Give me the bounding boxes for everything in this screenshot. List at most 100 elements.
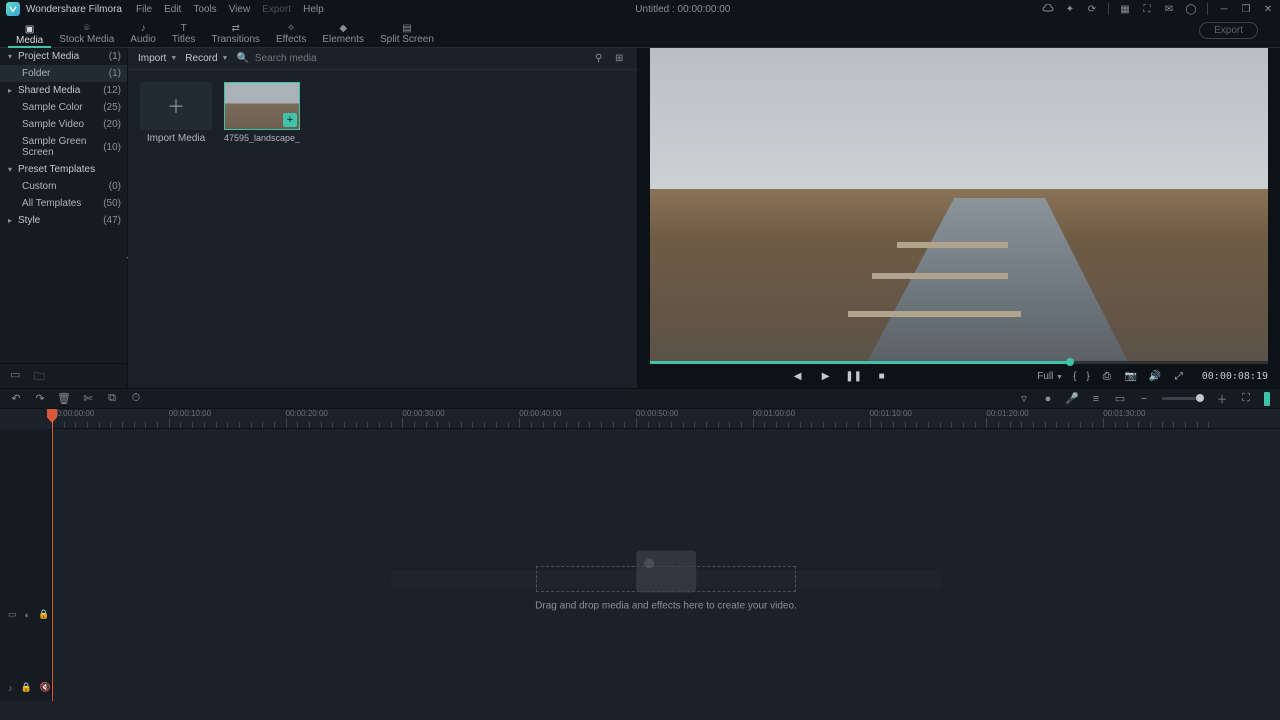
tab-effects[interactable]: ✧Effects bbox=[268, 21, 314, 47]
snapshot-icon[interactable]: ⎙ bbox=[1100, 369, 1114, 383]
import-label: Import bbox=[138, 53, 166, 64]
grid-view-icon[interactable]: ⊞ bbox=[615, 53, 627, 65]
quality-label: Full bbox=[1037, 371, 1053, 382]
mail-icon[interactable]: ✉ bbox=[1163, 3, 1175, 15]
crop-icon[interactable]: ⧉ bbox=[106, 393, 118, 405]
workspace-tabs: ▣Media ⌾Stock Media ♪Audio TTitles ⇄Tran… bbox=[0, 18, 1280, 48]
add-to-timeline-icon[interactable]: + bbox=[283, 113, 297, 127]
zoom-in-icon[interactable]: ＋ bbox=[1216, 393, 1228, 405]
mark-in[interactable]: { bbox=[1073, 371, 1076, 382]
menu-file[interactable]: File bbox=[136, 4, 152, 15]
drop-hint-text: Drag and drop media and effects here to … bbox=[535, 601, 797, 612]
quality-dropdown[interactable]: Full ▼ bbox=[1037, 371, 1063, 382]
export-button[interactable]: Export bbox=[1199, 22, 1258, 39]
new-bin-icon[interactable]: ▭ bbox=[10, 368, 22, 380]
prev-frame-button[interactable]: ◀ bbox=[791, 369, 805, 383]
mark-out[interactable]: } bbox=[1086, 371, 1089, 382]
maximize-button[interactable]: ❐ bbox=[1240, 3, 1252, 15]
import-media-tile-wrap: ＋ Import Media bbox=[140, 82, 212, 144]
record-vo-icon[interactable]: ● bbox=[1042, 393, 1054, 405]
video-track-header[interactable]: ▭◐🔒 bbox=[0, 605, 51, 624]
marker-icon[interactable]: ▿ bbox=[1018, 393, 1030, 405]
sidebar-sample-video[interactable]: Sample Video(20) bbox=[0, 116, 127, 133]
tab-split-screen[interactable]: ▤Split Screen bbox=[372, 21, 442, 47]
cloud-icon[interactable] bbox=[1042, 3, 1054, 15]
sidebar-label: Style bbox=[18, 215, 103, 226]
sidebar-folder[interactable]: Folder(1) bbox=[0, 65, 127, 82]
minimize-button[interactable]: ─ bbox=[1218, 3, 1230, 15]
menu-edit[interactable]: Edit bbox=[164, 4, 181, 15]
sidebar-label: Folder bbox=[22, 68, 109, 79]
sidebar-all-templates[interactable]: All Templates(50) bbox=[0, 195, 127, 212]
tab-audio-label: Audio bbox=[130, 34, 156, 45]
timeline-tracks: ▭◐🔒 ♪🔒🔇 Drag and drop media and effects … bbox=[0, 429, 1280, 701]
sidebar-label: Shared Media bbox=[18, 85, 103, 96]
sidebar-project-media[interactable]: ▾Project Media(1) bbox=[0, 48, 127, 65]
track-area[interactable]: Drag and drop media and effects here to … bbox=[52, 429, 1280, 701]
sidebar-sample-green[interactable]: Sample Green Screen(10) bbox=[0, 133, 127, 161]
audio-meter-icon[interactable] bbox=[1264, 392, 1270, 406]
audio-track-header[interactable]: ♪🔒🔇 bbox=[0, 678, 51, 697]
import-dropdown[interactable]: Import▼ bbox=[138, 53, 177, 64]
sidebar-label: Custom bbox=[22, 181, 109, 192]
fullscreen-icon[interactable]: ⤢ bbox=[1172, 369, 1186, 383]
sidebar-sample-color[interactable]: Sample Color(25) bbox=[0, 99, 127, 116]
preview-progress[interactable] bbox=[650, 361, 1268, 364]
tab-titles[interactable]: TTitles bbox=[164, 21, 204, 47]
zoom-fit-icon[interactable]: ⛶ bbox=[1240, 393, 1252, 405]
filter-icon[interactable]: ⚲ bbox=[595, 53, 607, 65]
tab-audio[interactable]: ♪Audio bbox=[122, 21, 164, 47]
refresh-icon[interactable]: ⟳ bbox=[1086, 3, 1098, 15]
close-button[interactable]: ✕ bbox=[1262, 3, 1274, 15]
drop-hint: Drag and drop media and effects here to … bbox=[535, 551, 797, 612]
split-icon[interactable]: ✄ bbox=[82, 393, 94, 405]
zoom-slider[interactable] bbox=[1162, 397, 1204, 400]
mixer-icon[interactable]: ≡ bbox=[1090, 393, 1102, 405]
tab-stock-media[interactable]: ⌾Stock Media bbox=[51, 21, 122, 47]
menu-view[interactable]: View bbox=[229, 4, 251, 15]
pause-button[interactable]: ❚❚ bbox=[847, 369, 861, 383]
render-icon[interactable]: ▭ bbox=[1114, 393, 1126, 405]
menu-tools[interactable]: Tools bbox=[193, 4, 216, 15]
sidebar-custom[interactable]: Custom(0) bbox=[0, 178, 127, 195]
account-icon[interactable]: ◯ bbox=[1185, 3, 1197, 15]
redo-icon[interactable]: ↷ bbox=[34, 393, 46, 405]
sparkle-icon[interactable]: ✦ bbox=[1064, 3, 1076, 15]
record-dropdown[interactable]: Record▼ bbox=[185, 53, 228, 64]
playhead[interactable] bbox=[52, 409, 53, 701]
menu-export[interactable]: Export bbox=[262, 4, 291, 15]
lock-icon[interactable]: ▭ bbox=[8, 609, 17, 620]
import-media-tile[interactable]: ＋ bbox=[140, 82, 212, 130]
drop-hint-icon bbox=[636, 551, 696, 593]
screenshot-icon[interactable]: ⛶ bbox=[1141, 3, 1153, 15]
preview-controls: ◀ ▶ ❚❚ ■ Full ▼ { } ⎙ 📷 🔊 ⤢ 00:00:08:19 bbox=[638, 364, 1280, 388]
tab-elements[interactable]: ◆Elements bbox=[314, 21, 372, 47]
camera-icon[interactable]: 📷 bbox=[1124, 369, 1138, 383]
zoom-out-icon[interactable]: − bbox=[1138, 393, 1150, 405]
tab-effects-label: Effects bbox=[276, 34, 306, 45]
menu-help[interactable]: Help bbox=[303, 4, 324, 15]
new-folder-icon[interactable]: 🗀 bbox=[34, 368, 46, 380]
sidebar-preset-templates[interactable]: ▾Preset Templates bbox=[0, 161, 127, 178]
timeline-ruler[interactable]: 00:00:00:0000:00:10:0000:00:20:0000:00:3… bbox=[52, 409, 1280, 429]
grid-icon[interactable]: ▦ bbox=[1119, 3, 1131, 15]
speed-icon[interactable]: ⏱ bbox=[130, 393, 142, 405]
mic-icon[interactable]: 🎤 bbox=[1066, 393, 1078, 405]
undo-icon[interactable]: ↶ bbox=[10, 393, 22, 405]
media-clip-thumb[interactable]: + bbox=[224, 82, 300, 130]
sidebar-style[interactable]: ▸Style(47) bbox=[0, 212, 127, 229]
volume-icon[interactable]: 🔊 bbox=[1148, 369, 1162, 383]
sidebar-count: (10) bbox=[103, 142, 121, 153]
progress-knob[interactable] bbox=[1066, 358, 1074, 366]
media-clip-label: 47595_landscape_of_... bbox=[224, 133, 300, 143]
tab-stock-label: Stock Media bbox=[59, 34, 114, 45]
sidebar-shared-media[interactable]: ▸Shared Media(12) bbox=[0, 82, 127, 99]
app-logo-icon bbox=[6, 2, 20, 16]
preview-viewport[interactable] bbox=[650, 48, 1268, 361]
stop-button[interactable]: ■ bbox=[875, 369, 889, 383]
tab-media[interactable]: ▣Media bbox=[8, 22, 51, 48]
delete-icon[interactable]: 🗑 bbox=[58, 393, 70, 405]
play-button[interactable]: ▶ bbox=[819, 369, 833, 383]
tab-transitions[interactable]: ⇄Transitions bbox=[203, 21, 268, 47]
search-input[interactable] bbox=[255, 53, 375, 64]
